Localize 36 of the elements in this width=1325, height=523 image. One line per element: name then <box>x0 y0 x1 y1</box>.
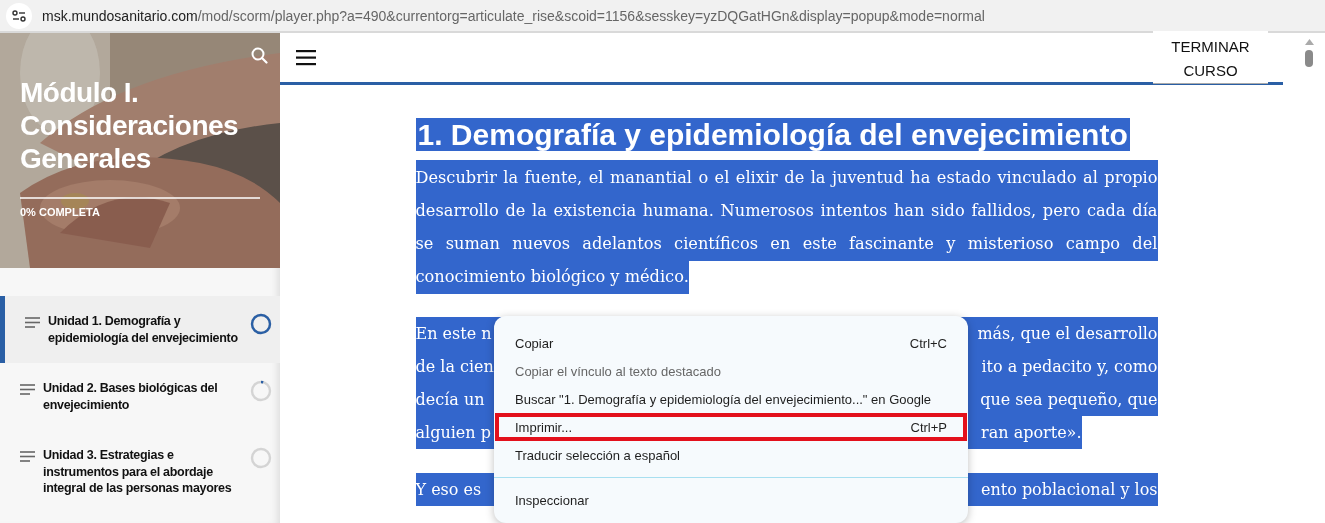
progress-ring <box>250 313 272 335</box>
text-fragment: más, que el desarrollo <box>977 323 1158 345</box>
lesson-item[interactable]: Unidad 1. Demografía y epidemiología del envejecimiento <box>0 296 280 363</box>
menu-item[interactable]: Copiar Ctrl+C <box>500 331 962 355</box>
text-fragment: que sea pequeño, que <box>980 389 1158 411</box>
shortcut-label: Ctrl+P <box>910 419 947 435</box>
menu-item[interactable]: Inspeccionar <box>500 488 962 512</box>
shortcut-label: Ctrl+C <box>909 335 947 351</box>
text-fragment: decía un <box>415 389 485 411</box>
lesson-item[interactable]: Unidad 2. Bases biológicas del envejecimiento <box>0 363 280 430</box>
text-fragment: ran aporte». <box>981 422 1082 444</box>
menu-item[interactable]: Traducir selección a español <box>500 443 962 467</box>
finish-course-button[interactable]: TERMINAR CURSO <box>1153 31 1268 84</box>
text-fragment: alguien p <box>415 422 491 444</box>
scrollbar-thumb[interactable] <box>1305 50 1313 67</box>
lesson-item[interactable]: Unidad 3. Estrategias e instrumentos para el abordaje integral de las personas mayores <box>0 430 280 514</box>
text-fragment: de la cien <box>415 356 494 378</box>
scroll-up-icon[interactable] <box>1304 39 1314 45</box>
menu-icon[interactable] <box>296 49 316 66</box>
progress-ring <box>250 380 272 402</box>
progress-ring <box>250 447 272 469</box>
search-icon[interactable] <box>251 47 268 64</box>
text-fragment: ento poblacional y los <box>980 479 1158 501</box>
paragraph: Descubrir la fuente, el manantial o el elixir de la juventud ha estado vinculado al propio desarrollo de la existencia humana. Numerosos intentos han sido fallidos, pero cada día se suman nuevos adelantos científicos en este fascinante y misterioso campo del conocimiento biológico y médico. <box>415 161 1158 293</box>
lines-icon <box>20 451 35 462</box>
lesson-heading: 1. Demografía y epidemiología del envejecimiento <box>415 118 1130 151</box>
text-fragment: ito a pedacito y, como <box>981 356 1158 378</box>
menu-item[interactable]: Buscar "1. Demografía y epidemiología del envejecimiento..." en Google <box>500 387 962 411</box>
site-settings-icon[interactable] <box>6 2 32 29</box>
text-fragment: En este n <box>415 323 492 345</box>
lines-icon <box>20 384 35 395</box>
progress-label: 0% COMPLETA <box>20 206 100 218</box>
course-title: Módulo I. Consideraciones Generales <box>20 76 240 175</box>
lines-icon <box>25 317 40 328</box>
menu-item[interactable]: Imprimir... Ctrl+P <box>495 413 967 441</box>
text-fragment: Y eso es <box>415 479 482 501</box>
